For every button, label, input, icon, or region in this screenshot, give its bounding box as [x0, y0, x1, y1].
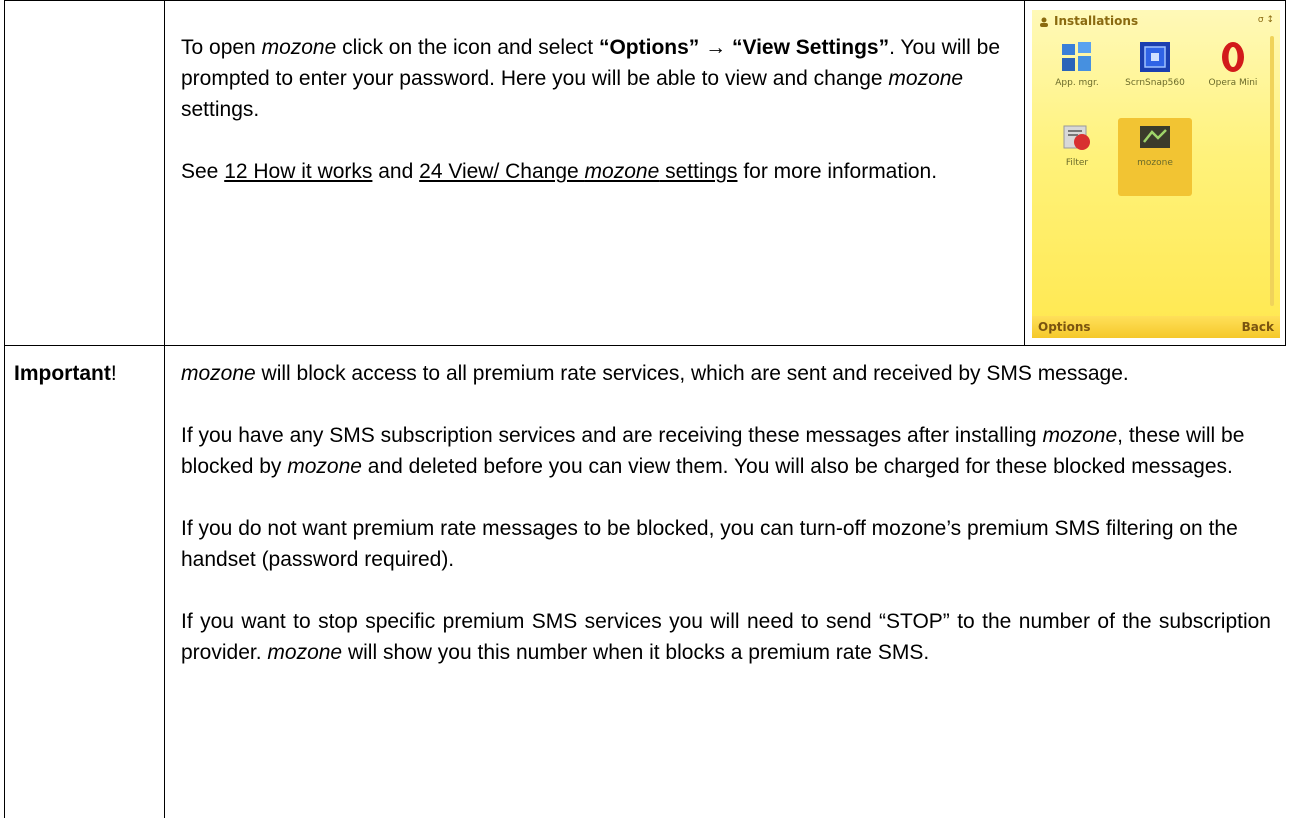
app-item-screensnap[interactable]: ScrnSnap560	[1118, 38, 1192, 116]
back-softkey[interactable]: Back	[1242, 320, 1274, 334]
turn-off-filtering-paragraph: If you do not want premium rate messages…	[181, 513, 1271, 575]
app-label: Filter	[1065, 158, 1089, 168]
important-label-cell: Important!	[14, 358, 162, 389]
app-label: Opera Mini	[1208, 78, 1258, 88]
how-it-works-link[interactable]: 12 How it works	[224, 160, 372, 183]
mozone-name: mozone	[1042, 424, 1118, 447]
user-icon	[1040, 17, 1048, 27]
link-text[interactable]: settings	[659, 160, 737, 183]
app-item-filter[interactable]: Filter	[1040, 118, 1114, 196]
view-settings-menu-label: “View Settings”	[731, 36, 890, 59]
text-run: and deleted before you can view them. Yo…	[361, 455, 1233, 478]
text-run: and	[372, 160, 420, 183]
options-softkey[interactable]: Options	[1038, 320, 1091, 334]
link-text[interactable]: 24 View/ Change	[419, 160, 584, 183]
document-table: To open mozone click on the icon and sel…	[0, 0, 1289, 818]
app-label: App. mgr.	[1055, 78, 1099, 88]
softkey-bar: Options Back	[1032, 316, 1280, 338]
options-menu-label: “Options”	[598, 36, 700, 59]
table-column-divider	[164, 0, 165, 818]
text-run: To open	[181, 36, 262, 59]
subscription-services-paragraph: If you have any SMS subscription service…	[181, 420, 1271, 482]
arrow-icon: →	[699, 36, 732, 59]
app-label: ScrnSnap560	[1125, 78, 1185, 88]
mozone-name: mozone	[261, 36, 337, 59]
mozone-name: mozone	[888, 67, 964, 90]
mozone-name: mozone	[287, 455, 362, 478]
link-text[interactable]: mozone	[585, 160, 660, 183]
text-run: !	[110, 362, 117, 385]
block-premium-paragraph: mozone will block access to all premium …	[181, 358, 1271, 389]
phone-screenshot: Installations σ ↕ App. mgr. ScrnSnap560	[1032, 10, 1280, 338]
table-row-divider	[4, 345, 1286, 346]
app-item-opera-mini[interactable]: Opera Mini	[1196, 38, 1270, 116]
app-item-app-manager[interactable]: App. mgr.	[1040, 38, 1114, 116]
opera-icon	[1222, 42, 1244, 72]
app-manager-icon	[1062, 42, 1091, 71]
text-run: If you do not want premium rate messages…	[181, 517, 1238, 571]
app-label: mozone	[1137, 158, 1173, 168]
text-run: settings.	[181, 98, 260, 121]
phone-screen-title: Installations	[1054, 14, 1139, 28]
mozone-name: mozone	[181, 362, 256, 385]
mozone-icon	[1140, 126, 1170, 148]
screensnap-icon	[1140, 42, 1170, 72]
row1-text-cell: To open mozone click on the icon and sel…	[181, 32, 1001, 218]
text-run: click on the icon and select	[336, 36, 599, 59]
table-border-top	[4, 0, 1286, 1]
text-run: will show you this number when it blocks…	[342, 641, 930, 664]
table-border-right	[1285, 0, 1286, 345]
text-run: for more information.	[737, 160, 938, 183]
app-item-mozone[interactable]: mozone	[1118, 118, 1192, 196]
stop-services-paragraph: If you want to stop specific premium SMS…	[181, 606, 1271, 668]
text-run: will block access to all premium rate se…	[255, 362, 1129, 385]
important-heading: Important	[14, 362, 111, 385]
view-change-settings-link[interactable]: 24 View/ Change mozone settings	[419, 160, 737, 183]
see-also-paragraph: See 12 How it works and 24 View/ Change …	[181, 156, 1001, 187]
text-run: If you have any SMS subscription service…	[181, 424, 1043, 447]
important-label: Important!	[14, 358, 162, 389]
scrollbar[interactable]	[1270, 36, 1274, 306]
text-run: See	[181, 160, 225, 183]
filter-icon	[1063, 125, 1090, 150]
table-border-left	[4, 0, 5, 818]
open-instructions-paragraph: To open mozone click on the icon and sel…	[181, 32, 1001, 125]
table-image-divider	[1024, 0, 1025, 345]
important-content-cell: mozone will block access to all premium …	[181, 358, 1271, 668]
signal-icon: σ ↕	[1257, 15, 1274, 25]
mozone-name: mozone	[267, 641, 343, 664]
